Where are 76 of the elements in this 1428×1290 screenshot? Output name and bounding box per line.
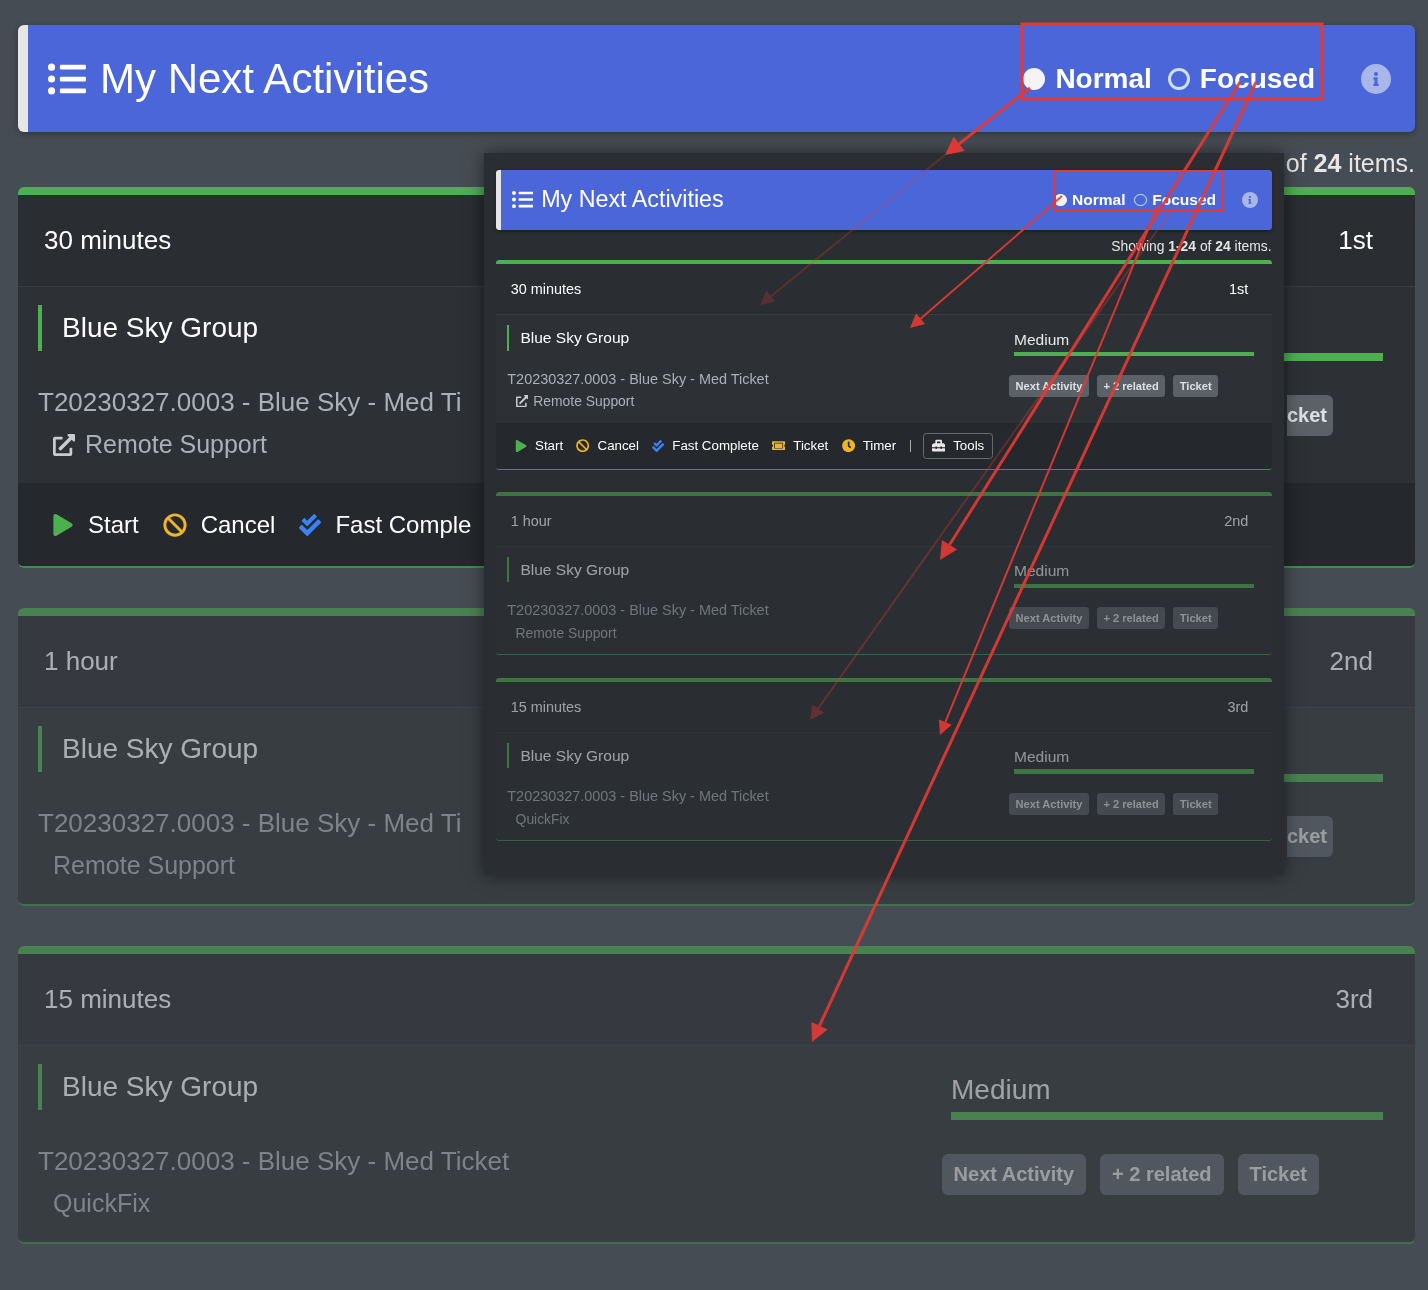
duration: 15 minutes <box>510 698 582 715</box>
action-button[interactable]: Ticket <box>772 438 829 454</box>
action-button[interactable]: Start <box>515 438 564 454</box>
tag[interactable]: Ticket <box>1173 607 1219 629</box>
rank: 3rd <box>1227 698 1249 715</box>
group-name: Blue Sky Group <box>507 556 630 583</box>
tag[interactable]: cket <box>1286 816 1333 857</box>
toolbox-icon <box>932 438 946 453</box>
action-button[interactable]: Cancel <box>576 438 639 454</box>
duration: 15 minutes <box>44 984 172 1015</box>
action-button[interactable]: Start <box>52 510 139 539</box>
page-title: My Next Activities <box>100 54 430 103</box>
radio-label: Focused <box>1199 62 1315 95</box>
tag[interactable]: Ticket <box>1173 792 1219 815</box>
activity-type: Remote Support <box>515 625 617 642</box>
action-button[interactable]: Fast Comple <box>299 510 472 539</box>
ticket-title: T20230327.0003 - Blue Sky - Med Ticket <box>507 788 769 805</box>
external-link-icon[interactable] <box>515 395 528 408</box>
page-title: My Next Activities <box>541 186 724 214</box>
activity-type: Remote Support <box>533 393 635 410</box>
activity-type: Remote Support <box>53 851 236 880</box>
duration: 1 hour <box>510 512 552 529</box>
tools-button[interactable]: Tools <box>923 432 994 459</box>
group-name: Blue Sky Group <box>507 325 630 351</box>
external-link-icon[interactable] <box>53 433 75 456</box>
ticket-title: T20230327.0003 - Blue Sky - Med Ticket <box>507 370 769 387</box>
tag[interactable]: cket <box>1286 395 1333 436</box>
clock-icon <box>841 438 855 453</box>
tag[interactable]: Next Activity <box>941 1154 1087 1195</box>
activity-type: QuickFix <box>515 810 570 827</box>
radio-label: Normal <box>1055 62 1152 95</box>
ticket-title: T20230327.0003 - Blue Sky - Med Ticket <box>507 602 769 619</box>
info-icon[interactable] <box>1361 63 1391 94</box>
play-icon <box>52 513 74 536</box>
tag[interactable]: + 2 related <box>1096 607 1166 629</box>
rank: 2nd <box>1329 646 1373 677</box>
activity-type: QuickFix <box>53 1189 151 1218</box>
tag[interactable]: Next Activity <box>1008 607 1090 629</box>
rank: 3rd <box>1335 984 1373 1015</box>
radio-label: Normal <box>1072 190 1126 209</box>
cancel-icon <box>576 438 590 453</box>
info-icon[interactable] <box>1241 191 1259 209</box>
double-check-icon <box>652 439 665 452</box>
rank: 1st <box>1338 225 1373 256</box>
radio-button[interactable] <box>1167 67 1190 90</box>
duration: 1 hour <box>44 646 118 677</box>
item-count: of 24 items. <box>1285 149 1415 177</box>
activity-type: Remote Support <box>85 430 268 459</box>
list-icon <box>512 189 534 211</box>
action-button[interactable]: Cancel <box>162 510 276 539</box>
ticket-title: T20230327.0003 - Blue Sky - Med Ticket <box>38 1146 510 1177</box>
group-name: Blue Sky Group <box>38 305 259 351</box>
play-icon <box>515 439 528 452</box>
duration: 30 minutes <box>510 281 582 298</box>
tag[interactable]: + 2 related <box>1096 792 1166 815</box>
duration: 30 minutes <box>44 225 172 256</box>
ticket-title: T20230327.0003 - Blue Sky - Med Ti <box>38 387 462 418</box>
group-name: Blue Sky Group <box>507 742 630 769</box>
tag[interactable]: + 2 related <box>1100 1154 1224 1195</box>
rank: 2nd <box>1224 512 1249 529</box>
group-name: Blue Sky Group <box>38 1064 259 1110</box>
tag[interactable]: Next Activity <box>1008 792 1090 815</box>
ticket-title: T20230327.0003 - Blue Sky - Med Ti <box>38 808 462 839</box>
ticket-icon <box>772 438 786 453</box>
priority-label: Medium <box>1014 748 1070 767</box>
tag[interactable]: Ticket <box>1237 1154 1319 1195</box>
action-button[interactable]: Timer <box>841 438 897 454</box>
tag[interactable]: Ticket <box>1173 375 1219 398</box>
action-button[interactable]: Fast Complete <box>652 438 759 454</box>
tag[interactable]: + 2 related <box>1096 375 1166 398</box>
priority-label: Medium <box>1014 330 1070 349</box>
priority-label: Medium <box>951 1074 1051 1106</box>
group-name: Blue Sky Group <box>38 726 259 772</box>
double-check-icon <box>299 513 322 536</box>
cancel-icon <box>162 512 187 537</box>
rank: 1st <box>1229 281 1249 298</box>
